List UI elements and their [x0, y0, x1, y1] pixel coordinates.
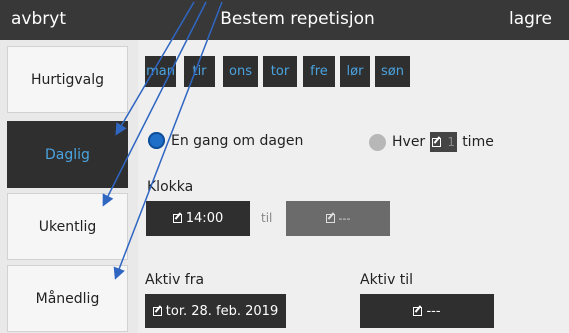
edit-icon [152, 306, 162, 316]
day-button-tor[interactable]: tor [263, 56, 297, 87]
hours-value: 1 [447, 135, 455, 149]
sidebar-item-label: Hurtigvalg [30, 71, 105, 88]
day-button-tir[interactable]: tir [184, 56, 215, 87]
frequency-once-option[interactable]: En gang om dagen [148, 132, 303, 149]
active-from-label: Aktiv fra [145, 272, 205, 288]
sidebar-item-daglig[interactable]: Daglig [7, 121, 128, 188]
hours-input[interactable]: 1 [430, 132, 458, 152]
sidebar-item-label: Daglig [45, 146, 90, 163]
day-button-lor[interactable]: lør [340, 56, 370, 87]
edit-icon [432, 137, 442, 147]
time-label: Klokka [147, 179, 194, 195]
save-button[interactable]: lagre [509, 9, 552, 29]
active-to-value: --- [426, 303, 441, 319]
time-from-field[interactable]: 14:00 [146, 201, 250, 236]
time-to-field[interactable]: --- [286, 201, 390, 236]
top-bar: avbryt Bestem repetisjon lagre [0, 0, 569, 40]
cancel-button[interactable]: avbryt [11, 9, 66, 29]
radio-unselected-icon[interactable] [369, 133, 386, 151]
edit-icon [413, 306, 423, 316]
hours-unit-label: time [462, 134, 494, 150]
time-til-label: til [261, 211, 273, 225]
edit-icon [325, 214, 335, 223]
time-from-value: 14:00 [185, 211, 224, 226]
active-from-value: tor. 28. feb. 2019 [165, 303, 279, 319]
sidebar-item-ukentlig[interactable]: Ukentlig [7, 193, 128, 260]
sidebar-item-manedlig[interactable]: Månedlig [7, 265, 128, 332]
frequency-every-label: Hver [392, 134, 426, 150]
day-button-fre[interactable]: fre [303, 56, 335, 87]
day-button-son[interactable]: søn [375, 56, 410, 87]
active-to-label: Aktiv til [360, 272, 414, 288]
day-button-man[interactable]: man [145, 56, 176, 87]
sidebar-item-label: Månedlig [35, 290, 100, 307]
sidebar-item-hurtigvalg[interactable]: Hurtigvalg [7, 46, 128, 113]
sidebar-item-label: Ukentlig [38, 218, 97, 235]
daily-panel: man tir ons tor fre lør søn En gang om d… [138, 40, 569, 333]
frequency-once-label: En gang om dagen [171, 132, 304, 149]
active-to-field[interactable]: --- [360, 294, 494, 328]
radio-selected-icon[interactable] [148, 132, 165, 149]
page-title: Bestem repetisjon [220, 9, 375, 29]
day-button-ons[interactable]: ons [223, 56, 258, 87]
sidebar: Hurtigvalg Daglig Ukentlig Månedlig [0, 40, 138, 333]
edit-icon [172, 214, 182, 223]
frequency-every-option[interactable]: Hver 1 time [369, 132, 494, 152]
time-to-value: --- [338, 212, 351, 225]
active-from-field[interactable]: tor. 28. feb. 2019 [145, 294, 286, 328]
